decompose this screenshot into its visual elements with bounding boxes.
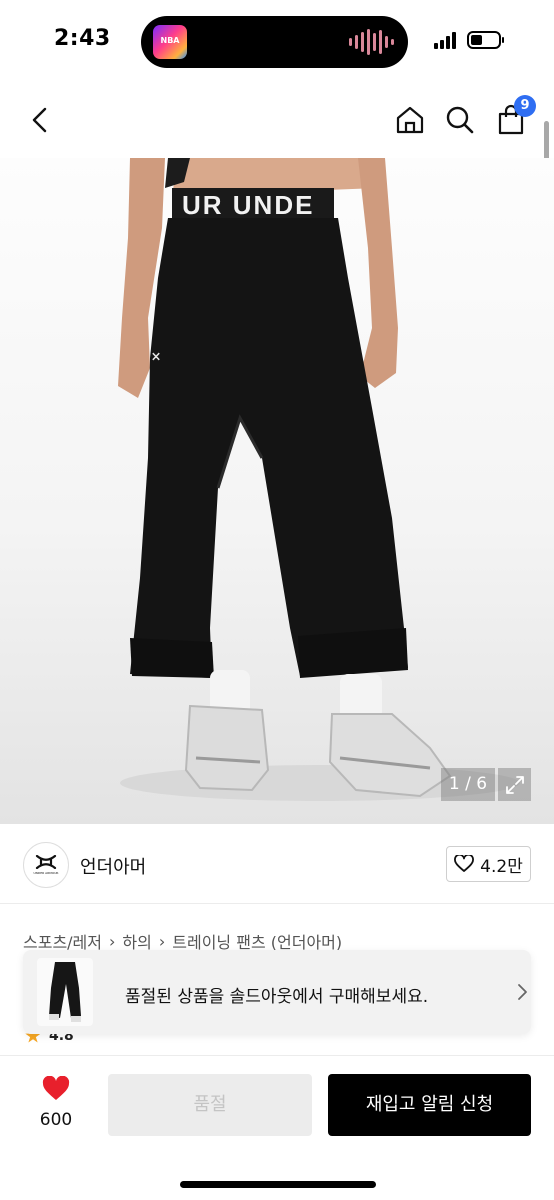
waistband-text: UR UNDE: [182, 190, 314, 220]
brand-name[interactable]: 언더아머: [80, 853, 146, 879]
dynamic-island[interactable]: NBA: [141, 16, 408, 68]
restock-alert-button[interactable]: 재입고 알림 신청: [328, 1074, 531, 1136]
expand-image-button[interactable]: [498, 768, 531, 801]
search-button[interactable]: [440, 100, 480, 140]
brand-row[interactable]: UNDER ARMOUR 언더아머 4.2만: [0, 826, 554, 904]
svg-text:⨯: ⨯: [151, 349, 161, 363]
brand-like-count: 4.2만: [480, 856, 523, 877]
back-button[interactable]: [20, 100, 60, 140]
wishlist-count: 600: [39, 1110, 73, 1130]
banner-text: 품절된 상품을 솔드아웃에서 구매해보세요.: [125, 987, 429, 1007]
bottom-action-bar: 600 품절 재입고 알림 신청: [0, 1055, 554, 1200]
banner-product-thumbnail: [37, 958, 93, 1026]
wishlist-button[interactable]: 600: [30, 1076, 82, 1136]
home-indicator: [180, 1181, 376, 1188]
chevron-right-icon: ›: [109, 931, 116, 951]
image-counter: 1 / 6: [441, 768, 495, 801]
search-icon: [446, 106, 474, 134]
audio-waveform-icon: [349, 29, 394, 55]
now-playing-art-text: NBA: [160, 36, 180, 45]
home-button[interactable]: [390, 100, 430, 140]
product-photo: UR UNDE ⨯: [118, 158, 520, 801]
soldout-banner[interactable]: 품절된 상품을 솔드아웃에서 구매해보세요.: [23, 950, 531, 1034]
top-nav: 9: [0, 95, 554, 146]
home-icon: [396, 106, 424, 134]
battery-icon: [467, 31, 504, 49]
expand-icon: [505, 775, 524, 794]
brand-like-button[interactable]: 4.2만: [446, 846, 531, 882]
status-bar: 2:43 NBA: [0, 0, 554, 86]
chevron-right-icon: [518, 984, 527, 1000]
heart-outline-icon: [454, 855, 475, 872]
chevron-right-icon: ›: [158, 931, 166, 951]
cart-count-badge: 9: [514, 95, 536, 117]
brand-logo[interactable]: UNDER ARMOUR: [23, 842, 69, 888]
now-playing-artwork: NBA: [153, 25, 187, 59]
under-armour-logo-icon: [35, 855, 57, 869]
heart-icon: [42, 1076, 70, 1100]
status-time: 2:43: [54, 26, 111, 51]
cellular-signal-icon: [434, 32, 456, 49]
chevron-left-icon: [32, 107, 47, 133]
brand-logo-text: UNDER ARMOUR: [33, 871, 59, 875]
product-image-carousel[interactable]: UR UNDE ⨯: [0, 158, 554, 824]
soldout-button: 품절: [108, 1074, 312, 1136]
cart-button[interactable]: 9: [491, 95, 536, 140]
